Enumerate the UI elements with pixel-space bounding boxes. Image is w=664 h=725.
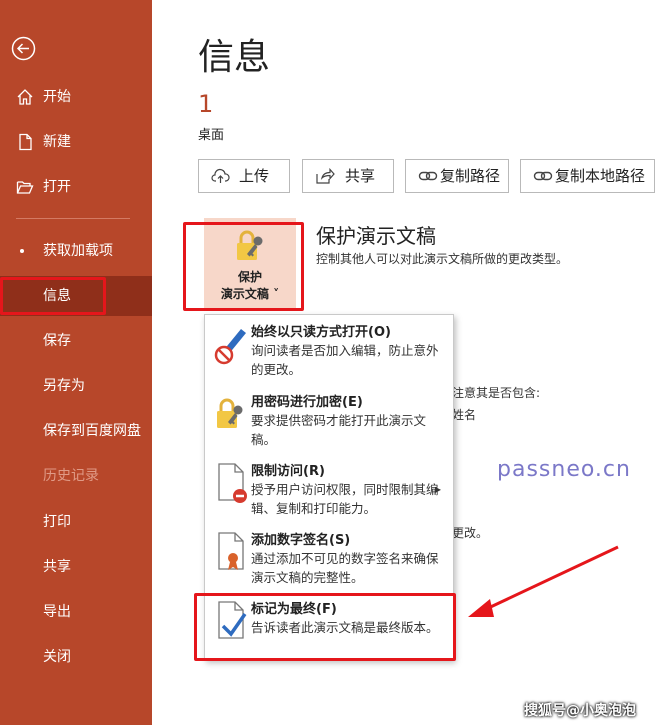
nav-export-label: 导出 [43, 604, 71, 620]
nav-get-addins-label: 获取加载项 [43, 243, 113, 259]
menu-item-title: 始终以只读方式打开(O) [251, 325, 391, 340]
nav-close[interactable]: 关闭 [0, 637, 152, 677]
document-name: 1 [198, 90, 214, 118]
nav-get-addins[interactable]: 获取加载项 [0, 231, 152, 271]
protect-description: 控制其他人可以对此演示文稿所做的更改类型。 [316, 252, 569, 266]
menu-item-description: 授予用户访问权限，同时限制其编辑、复制和打印能力。 [251, 482, 439, 516]
document-location: 桌面 [198, 128, 225, 143]
nav-save-as[interactable]: 另存为 [0, 366, 152, 406]
menu-item-encrypt-password[interactable]: 用密码进行加密(E) 要求提供密码才能打开此演示文稿。 [205, 387, 453, 455]
annotation-arrow-icon [468, 545, 619, 617]
menu-item-description: 要求提供密码才能打开此演示文稿。 [251, 413, 427, 447]
menu-item-description: 询问读者是否加入编辑，防止意外的更改。 [251, 343, 439, 377]
highlight-info-nav [0, 277, 106, 315]
new-document-icon [19, 133, 32, 151]
backstage-sidebar: 开始 新建 打开 获取加载项 信息 保存 另存为 保存到百度网盘 历史记录 打印… [0, 0, 152, 725]
menu-item-digital-signature[interactable]: 添加数字签名(S) 通过添加不可见的数字签名来确保演示文稿的完整性。 [205, 525, 453, 593]
submenu-arrow-icon: ▸ [435, 482, 442, 496]
pencil-no-icon [214, 329, 246, 365]
nav-home-label: 开始 [43, 89, 71, 105]
signature-ribbon-icon [218, 532, 244, 570]
menu-item-title: 限制访问(R) [251, 464, 325, 479]
inspect-text-1: 注意其是否包含: [452, 386, 541, 400]
copy-path-button[interactable]: 复制路径 [405, 159, 509, 193]
versions-text: 更改。 [452, 526, 489, 540]
restrict-access-icon [218, 463, 247, 503]
watermark-text: passneo.cn [497, 457, 631, 482]
nav-save-label: 保存 [43, 333, 71, 349]
copy-path-label: 复制路径 [440, 167, 501, 185]
page-title: 信息 [198, 37, 271, 78]
lock-key-icon [217, 398, 243, 428]
source-credit: 搜狐号@小奥泡泡 [524, 703, 636, 719]
nav-share[interactable]: 共享 [0, 547, 152, 587]
protect-heading: 保护演示文稿 [316, 224, 436, 248]
nav-export[interactable]: 导出 [0, 592, 152, 632]
nav-open[interactable]: 打开 [0, 167, 152, 207]
cloud-upload-icon [211, 168, 230, 183]
nav-share-label: 共享 [43, 559, 71, 575]
inspect-text-2: 姓名 [452, 408, 477, 422]
nav-history-label: 历史记录 [43, 468, 99, 484]
nav-home[interactable]: 开始 [0, 77, 152, 117]
menu-item-title: 添加数字签名(S) [251, 533, 351, 548]
bullet-dot [20, 249, 24, 253]
nav-history: 历史记录 [0, 456, 152, 496]
share-button[interactable]: 共享 [302, 159, 394, 193]
nav-close-label: 关闭 [43, 649, 71, 665]
nav-open-label: 打开 [43, 179, 71, 195]
link-icon [418, 171, 438, 181]
menu-item-title: 用密码进行加密(E) [251, 395, 363, 410]
menu-item-description: 通过添加不可见的数字签名来确保演示文稿的完整性。 [251, 551, 439, 585]
home-icon [17, 89, 33, 105]
copy-local-path-button[interactable]: 复制本地路径 [520, 159, 655, 193]
menu-item-restrict-access[interactable]: 限制访问(R) 授予用户访问权限，同时限制其编辑、复制和打印能力。 ▸ [205, 456, 453, 524]
link-icon [533, 171, 553, 181]
share-icon [316, 168, 335, 184]
menu-item-always-read-only[interactable]: 始终以只读方式打开(O) 询问读者是否加入编辑，防止意外的更改。 [205, 317, 453, 385]
highlight-mark-as-final [194, 593, 456, 661]
copy-local-path-label: 复制本地路径 [555, 167, 646, 185]
upload-label: 上传 [239, 167, 270, 185]
share-label: 共享 [345, 167, 376, 185]
back-arrow-icon[interactable] [11, 36, 36, 61]
nav-save-baidu-label: 保存到百度网盘 [43, 423, 141, 439]
sidebar-divider [16, 218, 130, 219]
nav-new-label: 新建 [43, 134, 71, 150]
upload-button[interactable]: 上传 [198, 159, 290, 193]
nav-save-as-label: 另存为 [43, 378, 85, 394]
nav-save[interactable]: 保存 [0, 321, 152, 361]
nav-new[interactable]: 新建 [0, 122, 152, 162]
nav-save-baidu[interactable]: 保存到百度网盘 [0, 411, 152, 451]
highlight-protect-button [183, 222, 304, 311]
folder-open-icon [16, 181, 34, 194]
nav-print-label: 打印 [43, 514, 71, 530]
nav-print[interactable]: 打印 [0, 502, 152, 542]
